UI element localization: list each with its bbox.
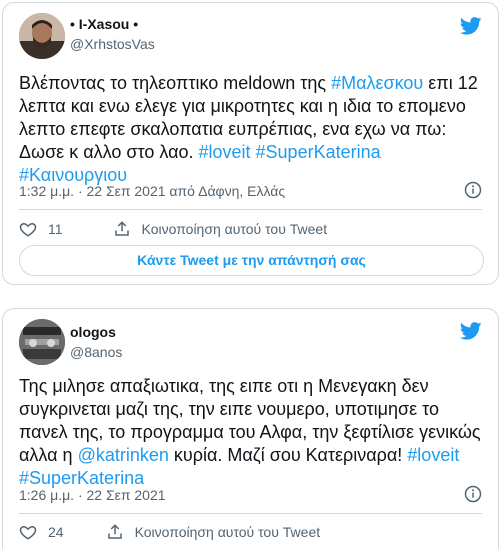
avatar-image	[19, 319, 65, 365]
hashtag-link[interactable]: #Καινουργιου	[19, 165, 127, 185]
action-bar: 24 Κοινοποίηση αυτού του Tweet	[19, 523, 320, 541]
twitter-bird-icon[interactable]	[460, 17, 482, 35]
like-count: 11	[48, 221, 63, 237]
tweet-timestamp[interactable]: 1:26 μ.μ. · 22 Σεπ 2021	[19, 487, 166, 503]
avatar[interactable]	[19, 319, 65, 365]
share-button[interactable]: Κοινοποίηση αυτού του Tweet	[113, 220, 328, 238]
info-icon[interactable]	[464, 181, 482, 199]
tweet-text-segment: κυρία. Μαζί σου Κατεριναρα!	[168, 445, 408, 465]
tweet-text-segment: Βλέποντας το τηλεοπτικο meldown της	[19, 73, 332, 93]
divider	[19, 513, 482, 514]
share-icon	[114, 221, 129, 236]
divider	[19, 209, 482, 210]
hashtag-link[interactable]: #Μαλεσκου	[331, 73, 423, 93]
user-handle[interactable]: @XrhstosVas	[70, 36, 155, 52]
hashtag-link[interactable]: #loveit	[198, 142, 250, 162]
share-button[interactable]: Κοινοποίηση αυτού του Tweet	[106, 523, 321, 541]
like-button[interactable]: 24	[19, 523, 64, 541]
info-icon[interactable]	[464, 485, 482, 503]
like-count: 24	[48, 524, 64, 540]
tweet-card: ologos @8anos Της μιλησε απαξιωτικα, της…	[2, 308, 499, 549]
tweet-card: • I-Xasou • @XrhstosVas Βλέποντας το τηλ…	[2, 2, 499, 285]
heart-icon	[19, 222, 37, 237]
display-name[interactable]: • I-Xasou •	[70, 16, 138, 32]
reply-tweet-button[interactable]: Κάντε Tweet με την απάντησή σας	[19, 245, 484, 276]
hashtag-link[interactable]: #SuperKaterina	[19, 468, 144, 488]
like-button[interactable]: 11	[19, 220, 63, 238]
share-label: Κοινοποίηση αυτού του Tweet	[141, 221, 328, 237]
mention-link[interactable]: @katrinken	[78, 445, 169, 465]
hashtag-link[interactable]: #SuperKaterina	[256, 142, 381, 162]
user-handle[interactable]: @8anos	[70, 344, 122, 360]
tweet-text: Της μιλησε απαξιωτικα, της ειπε οτι η Με…	[19, 375, 485, 490]
avatar-image	[19, 13, 65, 59]
hashtag-link[interactable]: #loveit	[407, 445, 459, 465]
action-bar: 11 Κοινοποίηση αυτού του Tweet	[19, 220, 327, 238]
twitter-bird-icon[interactable]	[460, 322, 482, 340]
tweet-text: Βλέποντας το τηλεοπτικο meldown της #Μαλ…	[19, 72, 485, 187]
avatar[interactable]	[19, 13, 65, 59]
share-label: Κοινοποίηση αυτού του Tweet	[134, 524, 321, 540]
tweet-timestamp[interactable]: 1:32 μ.μ. · 22 Σεπ 2021 από Δάφνη, Ελλάς	[19, 183, 285, 199]
heart-icon	[19, 525, 37, 540]
display-name[interactable]: ologos	[70, 324, 116, 340]
share-icon	[107, 524, 122, 539]
